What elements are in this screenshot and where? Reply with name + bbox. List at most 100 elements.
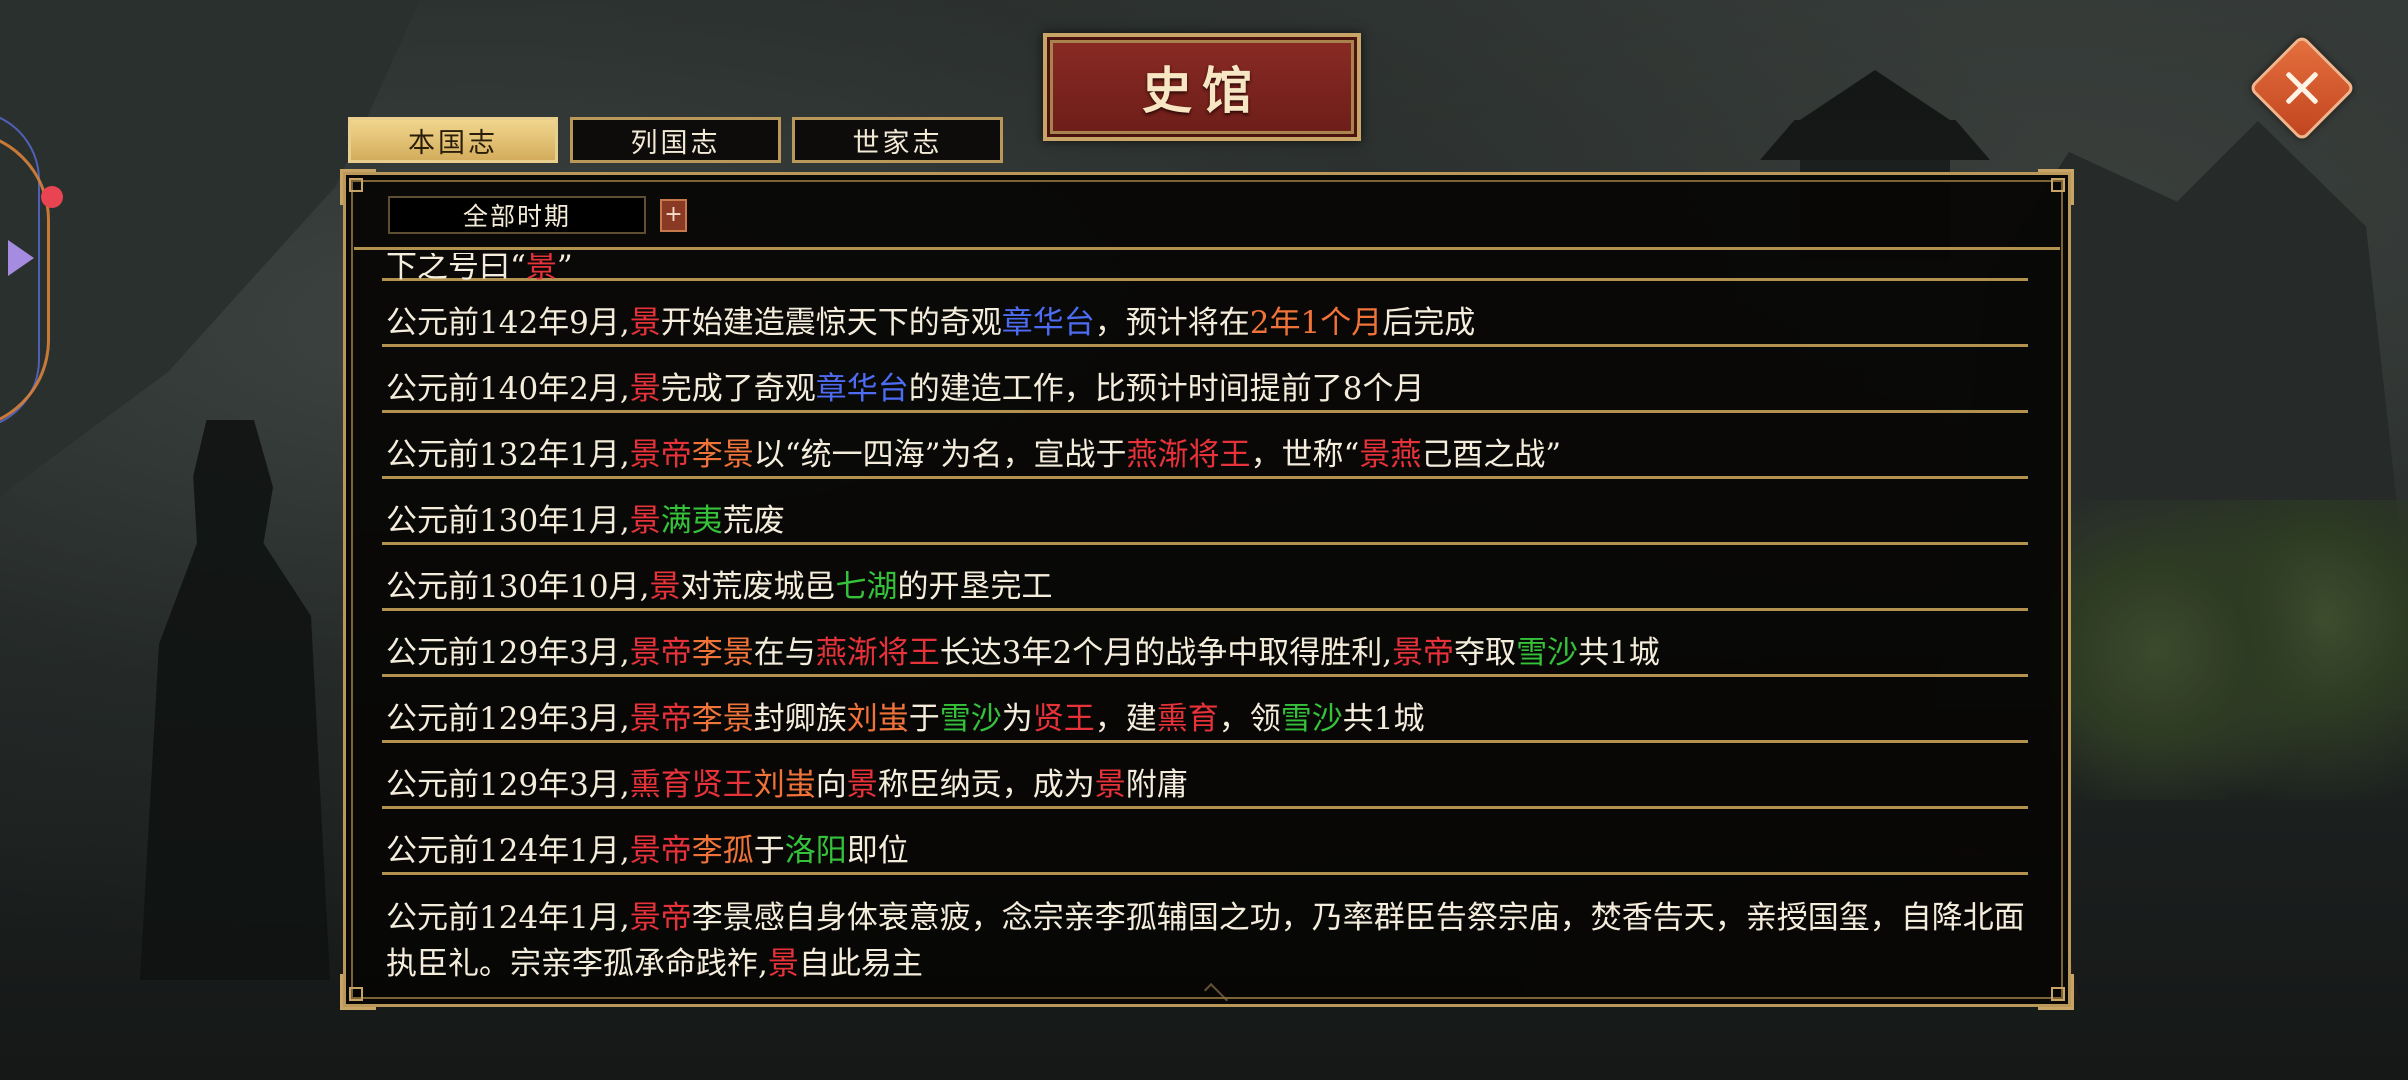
entry-highlight: 满夷 <box>660 503 723 539</box>
entry-highlight: 景 <box>846 767 878 803</box>
entry-highlight: 刘蚩 <box>846 701 909 737</box>
entry-text: 公元前124年1月, <box>386 833 630 869</box>
tab-domestic-annals[interactable]: 本国志 <box>348 117 558 163</box>
close-icon <box>2280 66 2324 110</box>
tab-clans-annals[interactable]: 世家志 <box>792 117 1003 163</box>
corner-ornament <box>340 169 376 205</box>
entry-text: ，预计将在 <box>1094 305 1250 341</box>
history-entry: 下之号曰“景” <box>382 253 2028 285</box>
entry-text: 附庸 <box>1125 767 1188 803</box>
entry-highlight: 熏育贤王 <box>629 767 754 803</box>
entry-highlight: 雪沙 <box>939 701 1002 737</box>
entry-highlight: 燕 <box>815 635 847 671</box>
entry-highlight: 雪沙 <box>1516 635 1579 671</box>
entry-highlight: 熏育 <box>1156 701 1219 737</box>
entry-highlight: 渐将王 <box>1157 437 1251 473</box>
history-entry: 公元前129年3月,景帝李景在与燕渐将王长达3年2个月的战争中取得胜利,景帝夺取… <box>382 611 2028 677</box>
history-entry: 公元前129年3月,熏育贤王刘蚩向景称臣纳贡，成为景附庸 <box>382 743 2028 809</box>
entry-highlight: 景帝 <box>629 900 692 936</box>
history-entry: 公元前130年1月,景满夷荒废 <box>382 479 2028 545</box>
entry-highlight: 2年1个月 <box>1249 305 1383 341</box>
entry-text: 长达3年2个月的战争中取得胜利, <box>939 635 1393 671</box>
entry-highlight: 景帝 <box>629 635 692 671</box>
tab-states-annals[interactable]: 列国志 <box>570 117 781 163</box>
entry-text: ，领 <box>1218 701 1281 737</box>
entry-text: 以“统一四海”为名，宣战于 <box>753 437 1127 473</box>
entry-highlight: 章华台 <box>1001 305 1095 341</box>
entry-text: 完成了奇观 <box>660 371 816 407</box>
entry-text: 称臣纳贡，成为 <box>877 767 1095 803</box>
entry-highlight: 景帝 <box>629 701 692 737</box>
entry-highlight: 景 <box>629 305 661 341</box>
entry-text: 的建造工作，比预计时间提前了8个月 <box>908 371 1425 407</box>
entry-text: 公元前130年1月, <box>386 503 630 539</box>
entry-text: 共1城 <box>1578 635 1660 671</box>
entry-text: 对荒废城邑 <box>680 569 836 605</box>
entry-text: 为 <box>1001 701 1033 737</box>
entry-text: 共1城 <box>1342 701 1425 737</box>
page-title: 史馆 <box>1142 61 1262 120</box>
entry-highlight: 七湖 <box>835 569 898 605</box>
entry-text: 自此易主 <box>798 946 923 982</box>
entry-text: 即位 <box>846 833 909 869</box>
entry-highlight: 景帝 <box>1392 635 1455 671</box>
entry-text: 开始建造震惊天下的奇观 <box>660 305 1002 341</box>
entry-text: 公元前142年9月, <box>386 305 630 341</box>
entry-text: 己酉之战” <box>1421 437 1562 473</box>
entry-highlight: 李景 <box>691 701 754 737</box>
entry-highlight: 燕 <box>1390 437 1422 473</box>
entry-highlight: 景 <box>629 371 661 407</box>
hermit-figure-silhouette <box>140 420 330 980</box>
entry-text: 公元前129年3月, <box>386 701 630 737</box>
plus-icon[interactable]: + <box>660 198 687 232</box>
entry-highlight: 雪沙 <box>1280 701 1343 737</box>
entry-highlight: 景 <box>1094 767 1126 803</box>
entry-text: 的开垦完工 <box>897 569 1053 605</box>
arrow-right-icon[interactable] <box>8 240 34 276</box>
history-panel: 全部时期 + 下之号曰“景” 公元前142年9月,景开始建造震惊天下的奇观章华台，… <box>340 169 2074 1010</box>
entry-highlight: 景 <box>1359 437 1391 473</box>
entry-text: ，世称“ <box>1250 437 1360 473</box>
entry-text: 在与 <box>753 635 816 671</box>
history-entry: 公元前129年3月,景帝李景封卿族刘蚩于雪沙为贤王，建熏育，领雪沙共1城 <box>382 677 2028 743</box>
history-entry: 公元前124年1月,景帝李景感自身体衰意疲，念宗亲李孤辅国之功，乃率群臣告祭宗庙… <box>382 875 2028 982</box>
entry-text: 公元前124年1月, <box>386 900 630 936</box>
history-entry: 公元前132年1月,景帝李景以“统一四海”为名，宣战于燕渐将王，世称“景燕己酉之… <box>382 413 2028 479</box>
period-select[interactable]: 全部时期 <box>388 196 646 234</box>
entry-text: 后完成 <box>1382 305 1476 341</box>
history-entry: 公元前130年10月,景对荒废城邑七湖的开垦完工 <box>382 545 2028 611</box>
entry-text: 封卿族 <box>753 701 847 737</box>
entry-highlight: 刘蚩 <box>753 767 816 803</box>
entry-highlight: 贤王 <box>1032 701 1095 737</box>
entry-highlight: 景 <box>649 569 681 605</box>
corner-ornament <box>2038 974 2074 1010</box>
entry-highlight: 景帝 <box>629 833 692 869</box>
entry-text: 夺取 <box>1454 635 1517 671</box>
history-entry: 公元前140年2月,景完成了奇观章华台的建造工作，比预计时间提前了8个月 <box>382 347 2028 413</box>
entry-text: 公元前140年2月, <box>386 371 630 407</box>
entry-highlight: 李景 <box>691 635 754 671</box>
tree-cluster <box>2050 500 2408 800</box>
divider <box>354 247 2060 250</box>
entry-highlight: 景帝 <box>629 437 692 473</box>
filter-row: 全部时期 + <box>388 195 687 235</box>
corner-ornament <box>2038 169 2074 205</box>
entry-highlight: 景 <box>767 946 799 982</box>
entry-text: 于 <box>908 701 940 737</box>
history-log[interactable]: 下之号曰“景” 公元前142年9月,景开始建造震惊天下的奇观章华台，预计将在2年1… <box>382 253 2028 993</box>
entry-highlight: 李孤 <box>691 833 754 869</box>
entry-text: 公元前129年3月, <box>386 635 630 671</box>
entry-highlight: 章华台 <box>815 371 909 407</box>
entry-text: 荒废 <box>722 503 785 539</box>
history-entry: 公元前142年9月,景开始建造震惊天下的奇观章华台，预计将在2年1个月后完成 <box>382 281 2028 347</box>
entry-text: 向 <box>815 767 847 803</box>
notification-dot <box>41 186 63 208</box>
entry-highlight: 燕 <box>1126 437 1158 473</box>
entry-text: 公元前132年1月, <box>386 437 630 473</box>
page-title-plaque: 史馆 <box>1043 33 1361 141</box>
entry-highlight: 渐将王 <box>846 635 940 671</box>
entry-text: 公元前130年10月, <box>386 569 650 605</box>
history-entry: 公元前124年1月,景帝李孤于洛阳即位 <box>382 809 2028 875</box>
entry-text: 于 <box>753 833 785 869</box>
entry-highlight: 李景 <box>691 437 754 473</box>
